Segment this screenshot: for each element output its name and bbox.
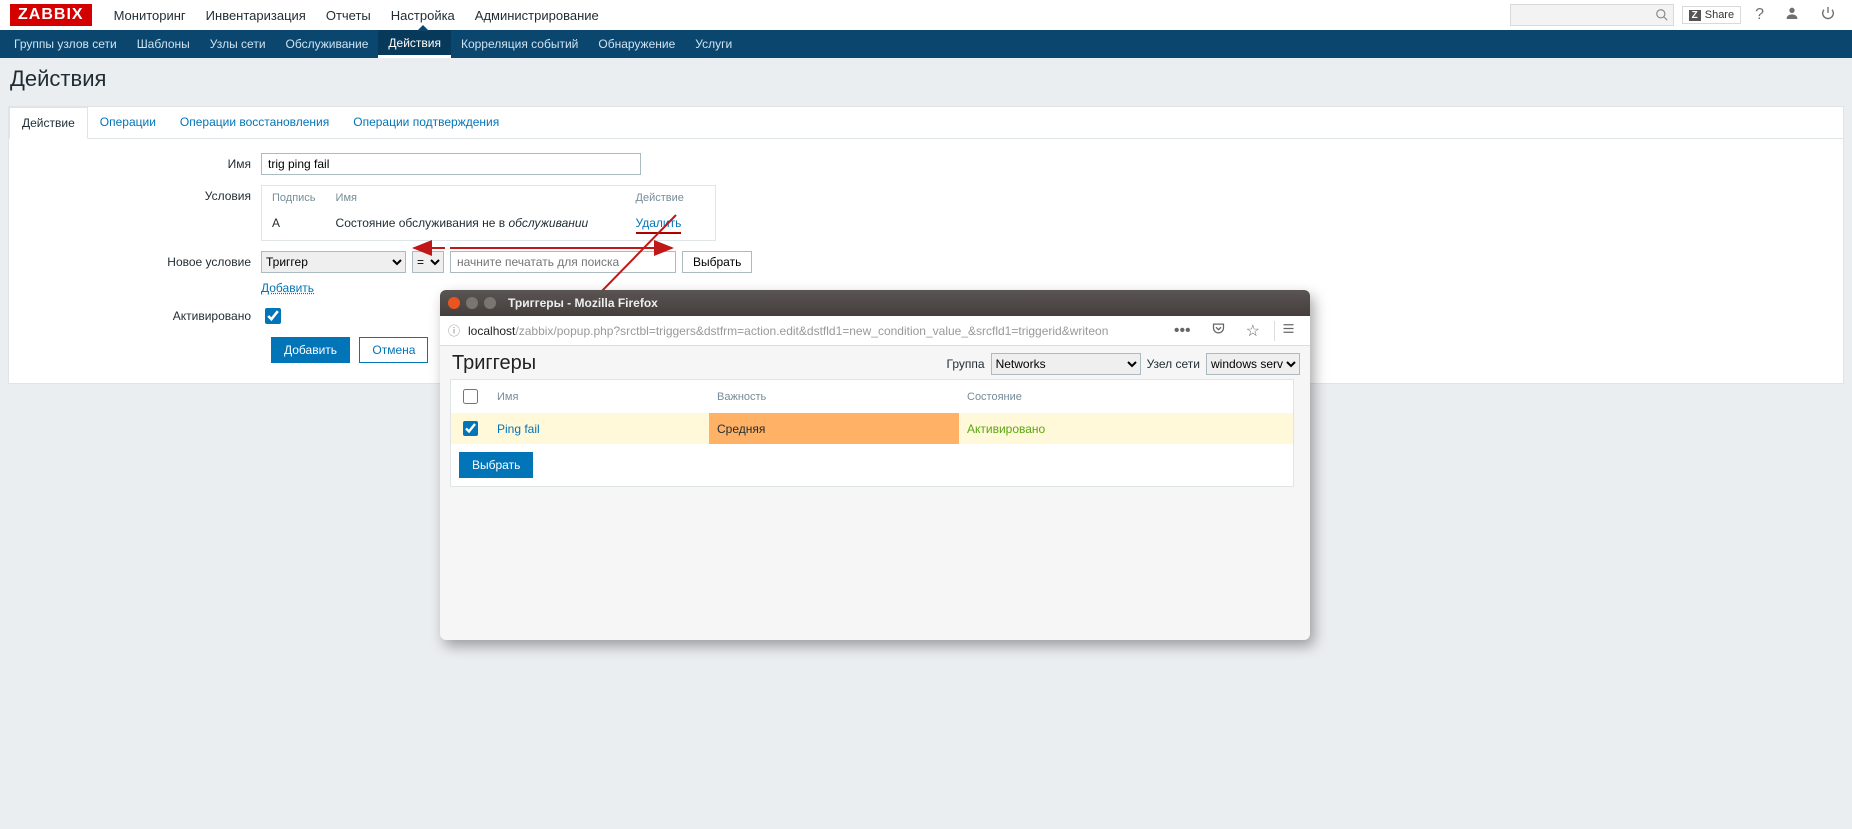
popup-urlbar: ⓘ localhost/zabbix/popup.php?srctbl=trig… — [440, 316, 1310, 346]
main-menu-reports[interactable]: Отчеты — [316, 0, 381, 30]
top-nav: ZABBIX Мониторинг Инвентаризация Отчеты … — [0, 0, 1852, 30]
zabbix-z-icon: Z — [1689, 10, 1701, 21]
subnav-actions[interactable]: Действия — [378, 30, 451, 58]
pocket-icon[interactable] — [1205, 321, 1232, 341]
page-title: Действия — [0, 58, 1852, 106]
tab-recovery-operations[interactable]: Операции восстановления — [168, 107, 341, 138]
more-icon[interactable]: ••• — [1168, 322, 1197, 340]
cancel-button[interactable]: Отмена — [359, 337, 428, 363]
subnav-discovery[interactable]: Обнаружение — [588, 30, 685, 58]
window-close-icon[interactable] — [448, 297, 460, 309]
cond-col-action: Действие — [626, 186, 716, 211]
trigger-popup-window: Триггеры - Mozilla Firefox ⓘ localhost/z… — [440, 290, 1310, 640]
search-icon[interactable] — [1651, 8, 1673, 22]
label-new-condition: Новое условие — [23, 251, 261, 269]
condition-name: Состояние обслуживания не в обслуживании — [326, 210, 626, 241]
tab-action[interactable]: Действие — [9, 107, 88, 139]
popup-window-title: Триггеры - Mozilla Firefox — [508, 296, 658, 310]
window-minimize-icon[interactable] — [466, 297, 478, 309]
label-conditions: Условия — [23, 185, 261, 203]
subnav-hostgroups[interactable]: Группы узлов сети — [4, 30, 127, 58]
url-host: localhost — [468, 324, 515, 338]
url-path: /zabbix/popup.php?srctbl=triggers&dstfrm… — [515, 324, 1108, 338]
main-menu: Мониторинг Инвентаризация Отчеты Настрой… — [104, 0, 609, 30]
popup-page-title: Триггеры — [452, 352, 536, 375]
condition-delete-link[interactable]: Удалить — [636, 216, 682, 230]
share-label: Share — [1705, 9, 1734, 21]
bookmark-star-icon[interactable]: ☆ — [1240, 321, 1266, 341]
subnav-maintenance[interactable]: Обслуживание — [276, 30, 379, 58]
trigger-select-all-checkbox[interactable] — [463, 389, 478, 404]
condition-operator-select[interactable]: = — [412, 251, 444, 273]
subnav-templates[interactable]: Шаблоны — [127, 30, 200, 58]
condition-label: A — [262, 210, 326, 241]
popup-host-label: Узел сети — [1147, 357, 1200, 371]
tab-operations[interactable]: Операции — [88, 107, 168, 138]
popup-select-button[interactable]: Выбрать — [459, 452, 533, 478]
main-menu-configuration[interactable]: Настройка — [381, 0, 465, 30]
popup-group-select[interactable]: Networks — [991, 353, 1141, 375]
trigger-severity: Средняя — [709, 413, 959, 444]
window-maximize-icon[interactable] — [484, 297, 496, 309]
share-button[interactable]: Z Share — [1682, 6, 1741, 24]
hamburger-icon[interactable] — [1274, 321, 1302, 341]
conditions-table: Подпись Имя Действие A Состояние обслужи… — [261, 185, 716, 241]
condition-row: A Состояние обслуживания не в обслуживан… — [262, 210, 716, 241]
trigger-search-input[interactable] — [450, 251, 676, 273]
popup-group-label: Группа — [947, 357, 985, 371]
search-input[interactable] — [1511, 5, 1651, 25]
logo: ZABBIX — [10, 4, 92, 26]
trigger-row[interactable]: Ping fail Средняя Активировано — [451, 413, 1294, 444]
trigger-col-name[interactable]: Имя — [489, 380, 709, 414]
sub-nav: Группы узлов сети Шаблоны Узлы сети Обсл… — [0, 30, 1852, 58]
name-input[interactable] — [261, 153, 641, 175]
main-menu-administration[interactable]: Администрирование — [465, 0, 609, 30]
tab-ack-operations[interactable]: Операции подтверждения — [341, 107, 511, 138]
site-info-icon[interactable]: ⓘ — [448, 322, 460, 339]
trigger-table: Имя Важность Состояние Ping fail Средняя… — [450, 379, 1294, 487]
subnav-hosts[interactable]: Узлы сети — [200, 30, 276, 58]
cond-col-name: Имя — [326, 186, 626, 211]
condition-type-select[interactable]: Триггер — [261, 251, 406, 273]
subnav-services[interactable]: Услуги — [685, 30, 742, 58]
enabled-checkbox[interactable] — [265, 308, 281, 324]
help-icon[interactable]: ? — [1749, 6, 1770, 24]
main-menu-monitoring[interactable]: Мониторинг — [104, 0, 196, 30]
trigger-row-checkbox[interactable] — [463, 421, 478, 436]
popup-host-select[interactable]: windows server — [1206, 353, 1300, 375]
label-enabled: Активировано — [23, 305, 261, 323]
cond-col-label: Подпись — [262, 186, 326, 211]
power-icon[interactable] — [1814, 5, 1842, 26]
popup-titlebar[interactable]: Триггеры - Mozilla Firefox — [440, 290, 1310, 316]
user-icon[interactable] — [1778, 5, 1806, 26]
trigger-col-severity[interactable]: Важность — [709, 380, 959, 414]
trigger-state: Активировано — [959, 413, 1294, 444]
global-search[interactable] — [1510, 4, 1674, 26]
main-menu-inventory[interactable]: Инвентаризация — [196, 0, 316, 30]
trigger-select-button[interactable]: Выбрать — [682, 251, 752, 273]
label-name: Имя — [23, 153, 261, 171]
add-button[interactable]: Добавить — [271, 337, 350, 363]
form-tabs: Действие Операции Операции восстановлени… — [9, 107, 1843, 139]
subnav-correlation[interactable]: Корреляция событий — [451, 30, 588, 58]
trigger-col-state[interactable]: Состояние — [959, 380, 1294, 414]
trigger-name-link[interactable]: Ping fail — [497, 422, 540, 436]
